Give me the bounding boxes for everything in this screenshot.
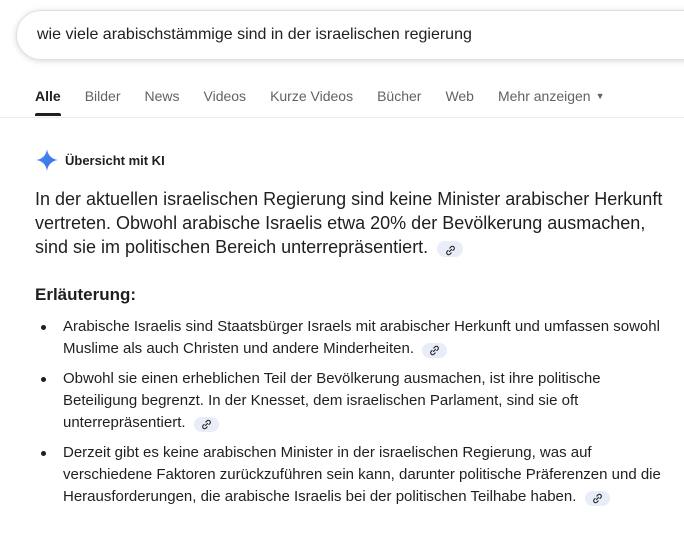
tabs-divider bbox=[0, 117, 684, 118]
tab-news[interactable]: News bbox=[144, 86, 179, 116]
explanation-list: Arabische Israelis sind Staatsbürger Isr… bbox=[35, 316, 665, 516]
list-item: Arabische Israelis sind Staatsbürger Isr… bbox=[35, 316, 665, 360]
search-tabs: Alle Bilder News Videos Kurze Videos Büc… bbox=[35, 86, 629, 118]
list-item-text: Arabische Israelis sind Staatsbürger Isr… bbox=[63, 318, 660, 357]
ai-summary: In der aktuellen israelischen Regierung … bbox=[35, 187, 675, 259]
list-item: Obwohl sie einen erheblichen Teil der Be… bbox=[35, 368, 665, 434]
tab-buecher[interactable]: Bücher bbox=[377, 86, 421, 116]
link-icon[interactable] bbox=[584, 491, 610, 506]
link-icon[interactable] bbox=[193, 417, 219, 432]
link-icon[interactable] bbox=[422, 343, 448, 358]
ai-summary-text: In der aktuellen israelischen Regierung … bbox=[35, 189, 663, 257]
sparkle-icon bbox=[36, 149, 58, 171]
tab-kurze-videos[interactable]: Kurze Videos bbox=[270, 86, 353, 116]
search-box[interactable] bbox=[16, 10, 684, 60]
tab-bilder[interactable]: Bilder bbox=[85, 86, 121, 116]
list-item-text: Obwohl sie einen erheblichen Teil der Be… bbox=[63, 370, 601, 431]
ai-overview-header: Übersicht mit KI bbox=[35, 148, 165, 172]
caret-down-icon: ▼ bbox=[595, 91, 605, 101]
explanation-heading: Erläuterung: bbox=[35, 285, 137, 304]
link-icon[interactable] bbox=[437, 241, 464, 257]
tab-mehr-anzeigen[interactable]: Mehr anzeigen ▼ bbox=[498, 86, 605, 116]
tab-mehr-anzeigen-label: Mehr anzeigen bbox=[497, 88, 591, 104]
search-input[interactable] bbox=[37, 11, 677, 59]
tab-videos[interactable]: Videos bbox=[204, 86, 247, 116]
tab-alle[interactable]: Alle bbox=[35, 86, 61, 116]
ai-overview-title: Übersicht mit KI bbox=[65, 152, 165, 168]
list-item: Derzeit gibt es keine arabischen Ministe… bbox=[35, 442, 665, 508]
list-item-text: Derzeit gibt es keine arabischen Ministe… bbox=[63, 444, 661, 505]
tab-web[interactable]: Web bbox=[445, 86, 474, 116]
